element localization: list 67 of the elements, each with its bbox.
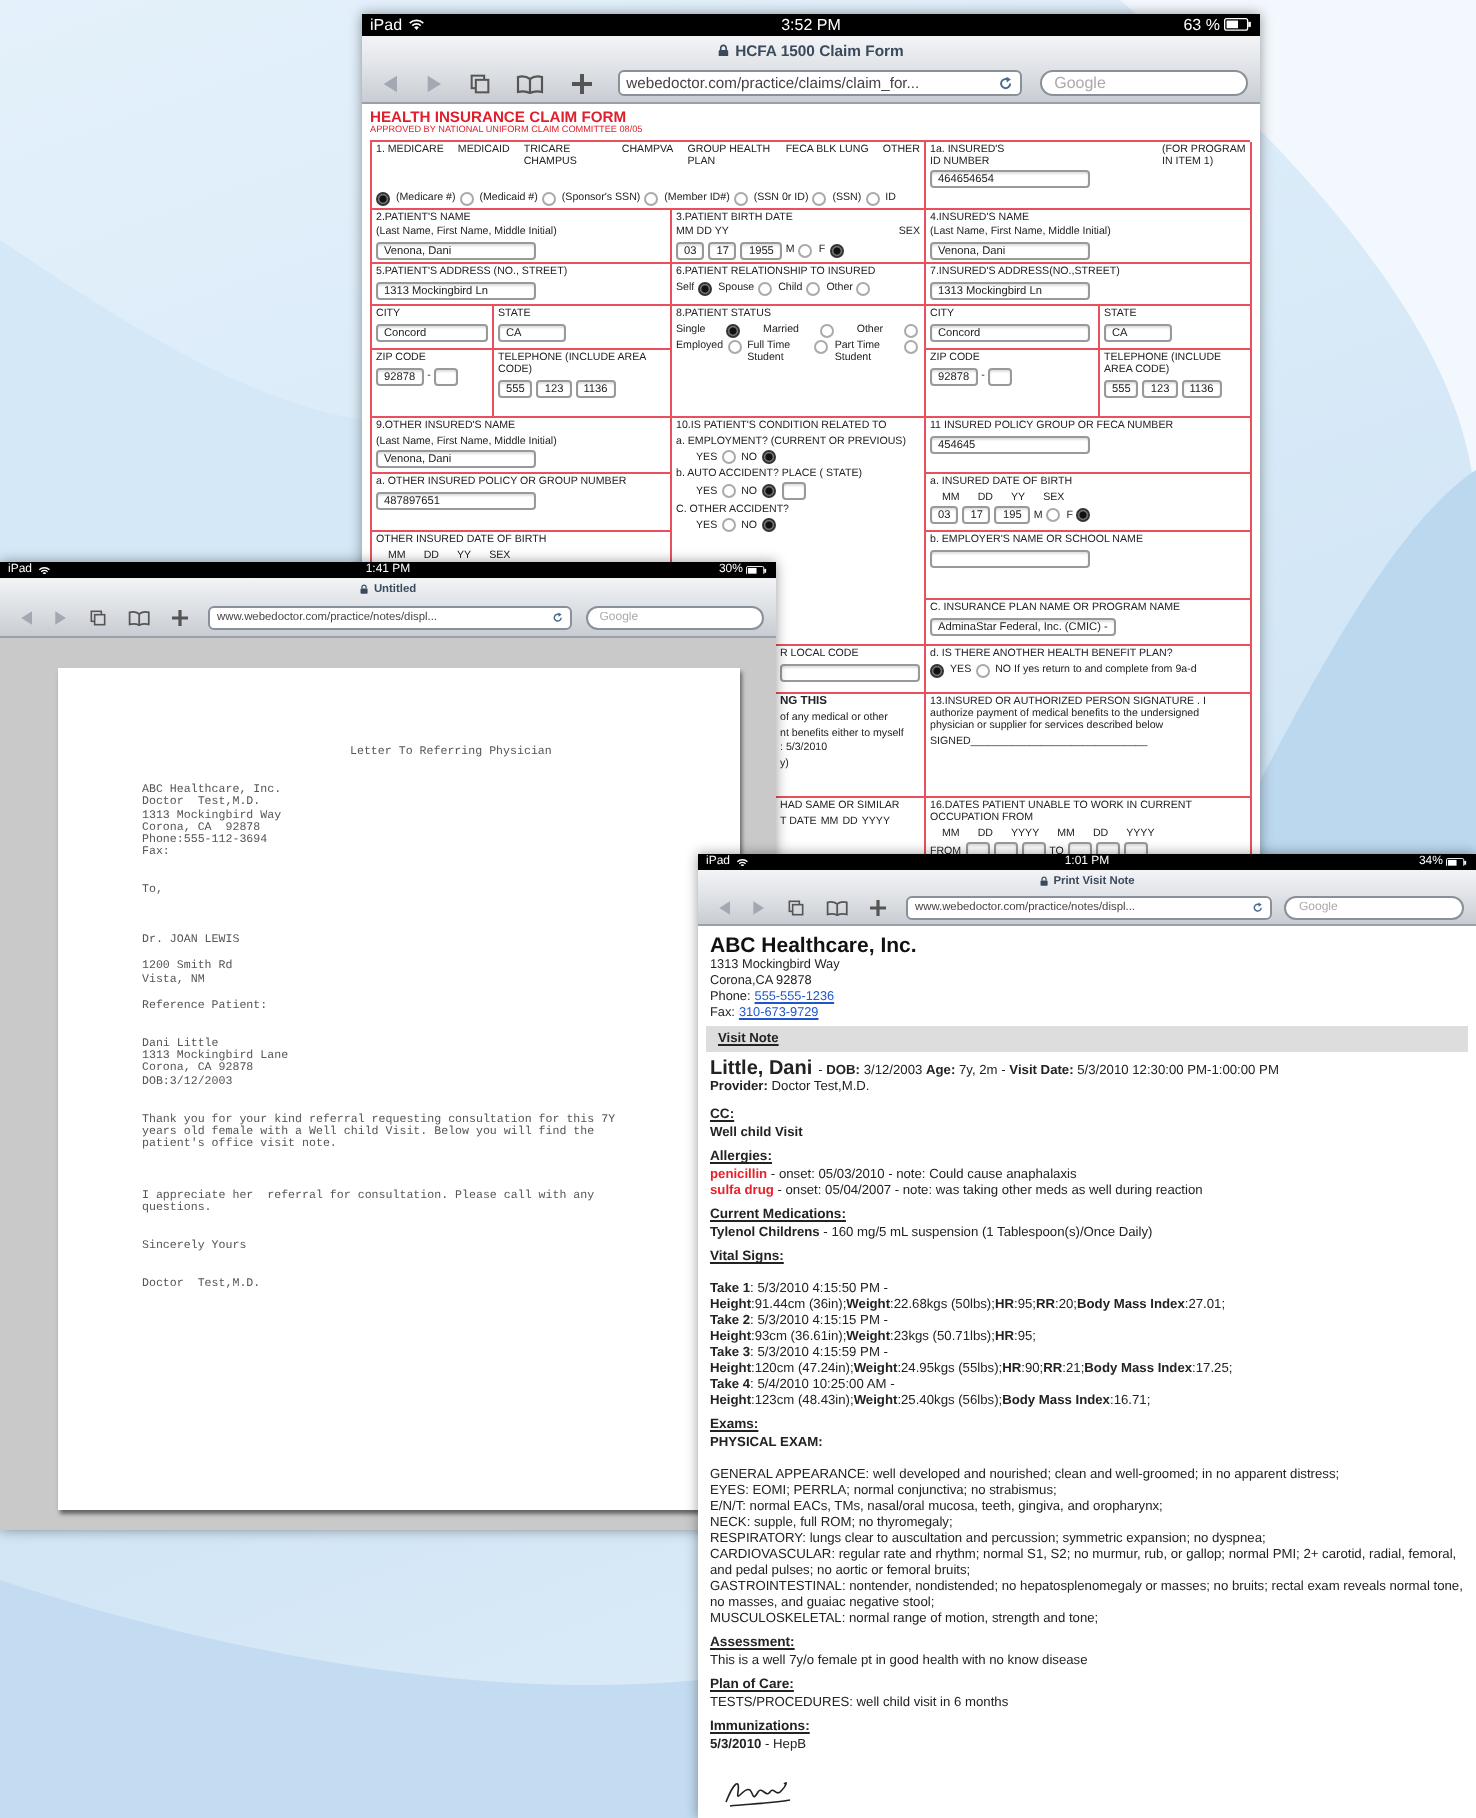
radio-button[interactable] [819, 323, 834, 338]
book-icon[interactable] [825, 900, 848, 916]
radio-button[interactable] [903, 323, 918, 338]
radio-button[interactable] [865, 191, 880, 206]
battery-icon [1223, 18, 1252, 32]
tabs-icon[interactable] [469, 73, 490, 93]
forward-icon[interactable] [752, 900, 767, 916]
back-icon[interactable] [718, 900, 732, 916]
forward-icon[interactable] [425, 73, 443, 93]
radio-button[interactable] [733, 191, 748, 206]
wifi-icon [408, 18, 426, 32]
input-field[interactable] [780, 663, 920, 682]
forward-icon[interactable] [54, 610, 69, 626]
radio-button[interactable] [975, 663, 990, 678]
battery-icon [746, 565, 768, 575]
wifi-icon [736, 857, 749, 867]
plus-icon[interactable] [571, 73, 592, 93]
book-icon[interactable] [516, 73, 545, 93]
radio-button[interactable] [1046, 508, 1061, 523]
lock-icon [1039, 875, 1048, 887]
back-icon[interactable] [20, 610, 34, 626]
radio-button[interactable] [812, 191, 827, 206]
radio-button[interactable] [761, 450, 776, 465]
book-icon[interactable] [127, 610, 150, 626]
radio-button[interactable] [376, 191, 390, 206]
patient-name: Little, Dani [710, 1058, 813, 1080]
clock-time: 3:52 PM [781, 17, 841, 33]
radio-button[interactable] [459, 191, 474, 206]
radio-button[interactable] [541, 191, 556, 206]
radio-button[interactable] [726, 323, 741, 338]
radio-button[interactable] [930, 663, 944, 678]
radio-button[interactable] [1076, 508, 1091, 523]
radio-button[interactable] [798, 243, 813, 258]
wifi-icon [38, 565, 51, 575]
tabs-icon[interactable] [787, 900, 804, 916]
company-name: ABC Healthcare, Inc. [710, 934, 919, 958]
reload-icon[interactable] [998, 75, 1014, 91]
radio-button[interactable] [644, 191, 659, 206]
input-field[interactable] [781, 482, 806, 501]
input-field[interactable] [434, 367, 459, 386]
input-field[interactable] [988, 367, 1013, 386]
radio-button[interactable] [806, 281, 821, 296]
search-field[interactable]: Google [1040, 69, 1248, 97]
reload-icon[interactable] [552, 612, 564, 624]
plus-icon[interactable] [171, 610, 188, 626]
radio-button[interactable] [814, 340, 829, 355]
radio-button[interactable] [721, 484, 736, 499]
input-field[interactable] [930, 549, 1090, 568]
radio-button[interactable] [761, 518, 776, 533]
lock-icon [359, 583, 368, 595]
battery-icon [1446, 857, 1468, 867]
tabs-icon[interactable] [89, 610, 106, 626]
radio-button[interactable] [856, 281, 871, 296]
radio-button[interactable] [904, 340, 918, 355]
lock-icon [718, 43, 730, 57]
plus-icon[interactable] [869, 900, 886, 916]
device-label: iPad [370, 17, 403, 33]
radio-button[interactable] [829, 243, 844, 258]
back-icon[interactable] [382, 73, 399, 93]
radio-button[interactable] [727, 340, 742, 355]
battery-percent: 63 % [1183, 17, 1220, 33]
radio-button[interactable] [721, 450, 736, 465]
radio-button[interactable] [698, 281, 713, 296]
reload-icon[interactable] [1252, 902, 1264, 914]
radio-button[interactable] [721, 518, 736, 533]
radio-button[interactable] [761, 484, 776, 499]
radio-button[interactable] [758, 281, 773, 296]
